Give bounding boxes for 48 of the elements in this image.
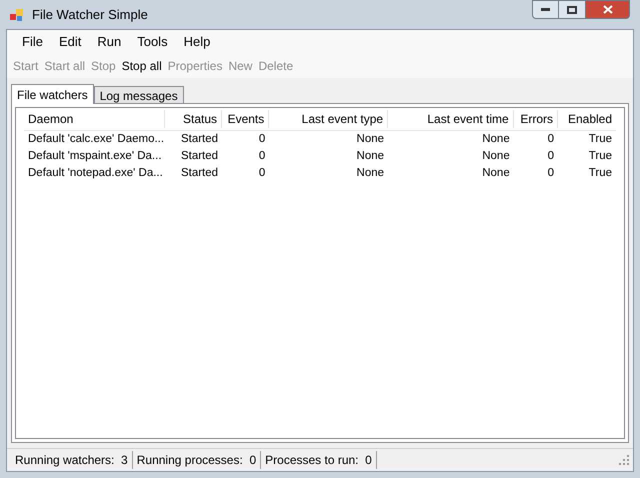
table-cell-text: None — [356, 132, 386, 147]
table-cell-text: 0 — [258, 132, 266, 147]
table-cell-text: Started — [180, 132, 220, 147]
minimize-icon — [541, 8, 550, 11]
close-icon — [602, 5, 612, 14]
table-cell-text: Default 'mspaint.exe' Da... — [27, 148, 163, 164]
maximize-icon — [567, 6, 577, 14]
table-cell-text: 0 — [546, 166, 555, 181]
table-cell-text: 0 — [258, 148, 266, 164]
toolbar-button[interactable]: Stop all — [118, 56, 165, 74]
menu-item[interactable]: Edit — [52, 32, 88, 52]
column-header[interactable]: Daemon — [24, 110, 165, 128]
table-cell-text: True — [588, 148, 613, 164]
maximize-button[interactable] — [559, 0, 585, 19]
close-button[interactable] — [585, 0, 630, 19]
column-header[interactable]: Last event time — [388, 110, 514, 128]
table-cell-text: Default 'notepad.exe' Da... — [27, 166, 164, 181]
table-cell-text: Started — [180, 166, 220, 181]
resize-grip-icon — [619, 455, 629, 465]
window-title: File Watcher Simple — [32, 6, 148, 24]
table-cell-text: Default 'calc.exe' Daemo... — [27, 132, 165, 147]
status-text: Processes to run: 0 — [261, 451, 377, 469]
table-cell-text: None — [356, 166, 386, 181]
column-header[interactable]: Errors — [514, 110, 558, 128]
column-header[interactable]: Events — [222, 110, 270, 128]
tab[interactable]: File watchers — [11, 84, 94, 104]
status-text: Running watchers: 3 — [11, 451, 133, 469]
status-text: Running processes: 0 — [132, 451, 262, 469]
column-header[interactable]: Enabled — [558, 110, 616, 128]
table-cell-text: None — [481, 148, 511, 164]
menu-item[interactable]: File — [16, 32, 49, 52]
tab[interactable]: Log messages — [94, 86, 184, 103]
table-cell-text: True — [588, 166, 613, 181]
table-cell-text: None — [481, 166, 511, 181]
column-header[interactable]: Status — [165, 110, 222, 128]
table-cell-text: True — [588, 132, 613, 147]
minimize-button[interactable] — [532, 0, 559, 19]
table-cell-text: 0 — [546, 132, 555, 147]
table-cell-text: None — [356, 148, 386, 164]
menu-item[interactable]: Tools — [131, 32, 174, 52]
table-cell-text: Started — [180, 148, 220, 164]
menu-item[interactable]: Run — [91, 32, 128, 52]
app-icon — [10, 8, 24, 22]
table-cell-text: None — [481, 132, 511, 147]
column-header[interactable]: Last event type — [269, 110, 388, 128]
table-cell-text: 0 — [546, 148, 555, 164]
table-cell-text: 0 — [258, 166, 266, 181]
menu-item[interactable]: Help — [178, 32, 216, 52]
